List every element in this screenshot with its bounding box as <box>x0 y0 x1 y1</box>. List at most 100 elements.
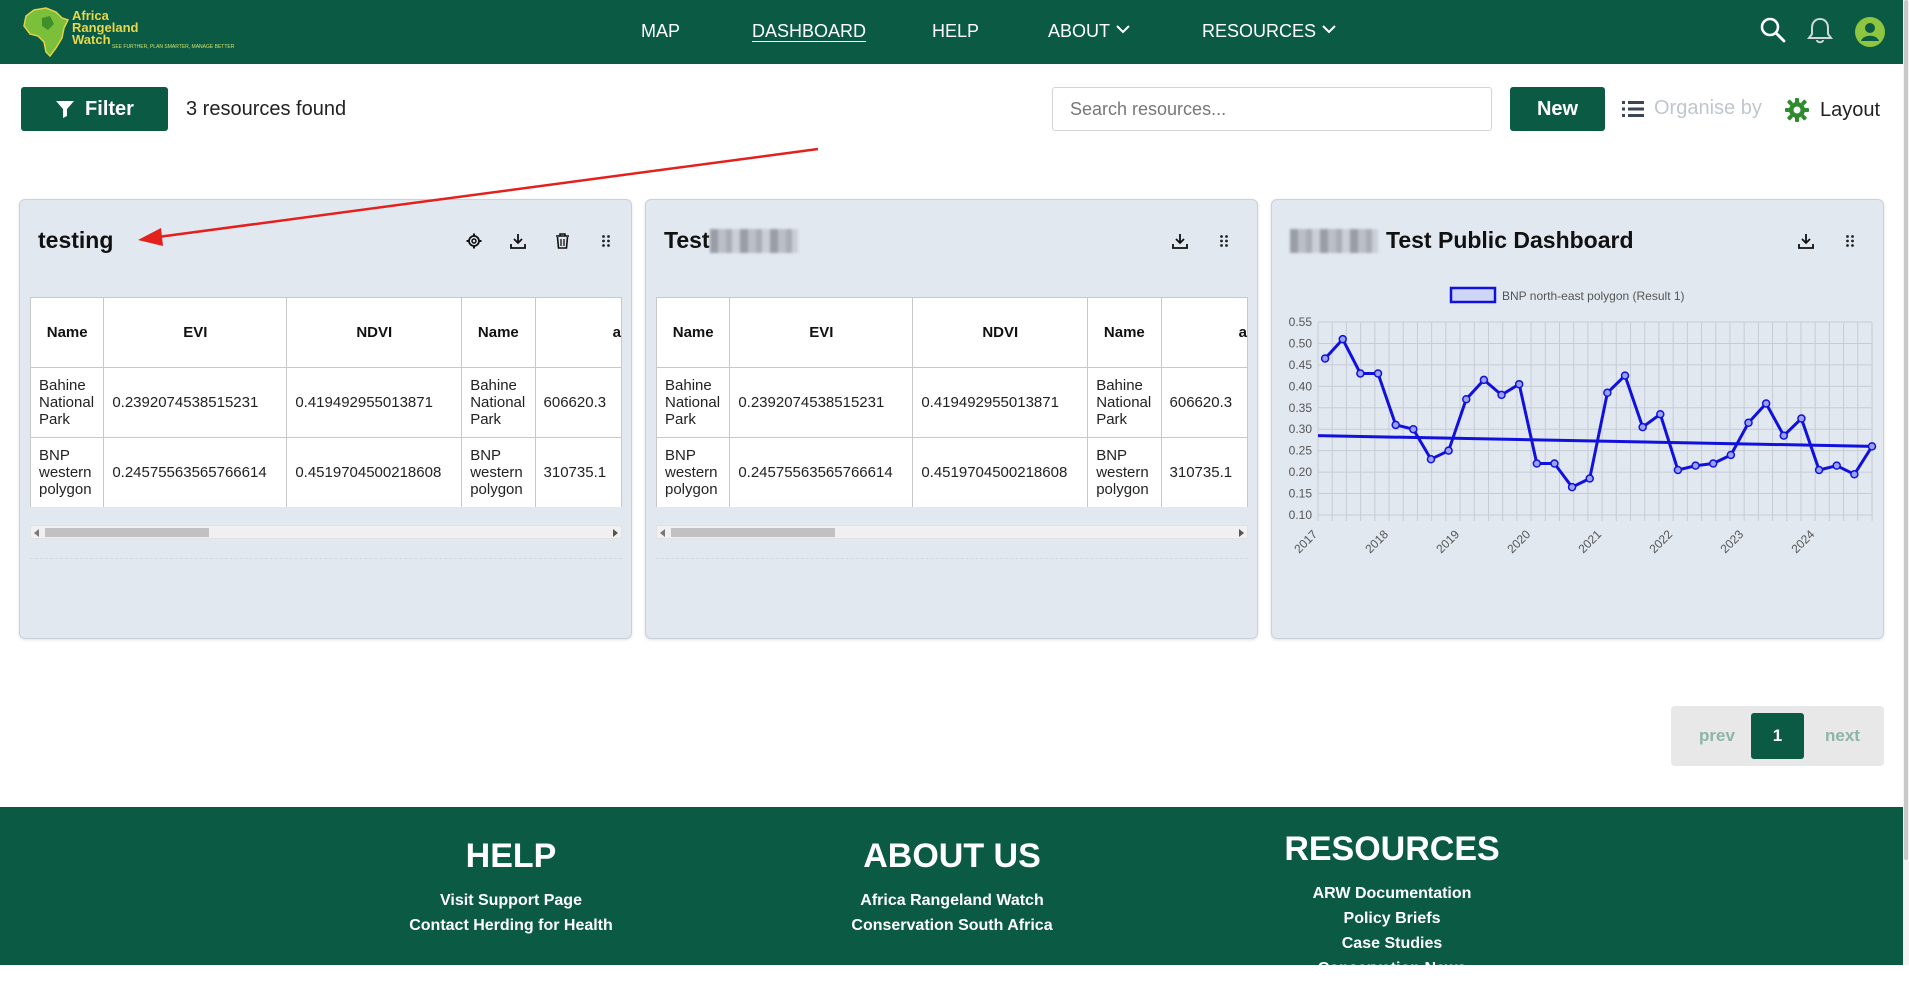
filter-button-label: Filter <box>85 97 134 120</box>
data-point <box>1479 375 1489 385</box>
card-title: testing <box>38 227 113 254</box>
bell-icon[interactable] <box>1807 16 1833 44</box>
card-title: Test Public Dashboard <box>1290 227 1634 254</box>
nav-dashboard[interactable]: DASHBOARD <box>752 21 866 42</box>
drag-handle-icon[interactable] <box>584 230 628 252</box>
table-cell: Bahine National Park <box>1087 367 1162 438</box>
data-point <box>1409 424 1418 434</box>
footer-link[interactable]: Visit Support Page <box>409 888 613 913</box>
data-point <box>1444 446 1453 455</box>
new-button[interactable]: New <box>1510 87 1605 131</box>
y-tick-label: 0.55 <box>1289 315 1313 329</box>
avatar-icon[interactable] <box>1855 17 1885 47</box>
list-icon <box>1622 100 1644 117</box>
nav-map[interactable]: MAP <box>641 21 680 42</box>
scroll-left-arrow-icon[interactable] <box>660 529 665 537</box>
card-title-text: Test Public Dashboard <box>1386 227 1634 253</box>
card-title: Test <box>664 227 798 254</box>
organise-by-button[interactable]: Organise by <box>1622 97 1762 120</box>
download-icon[interactable] <box>1784 230 1828 252</box>
column-header: NDVI <box>912 297 1089 368</box>
footer-link[interactable]: Conservation News <box>1284 956 1499 981</box>
footer-link[interactable]: Conservation South Africa <box>851 913 1052 938</box>
logo[interactable]: Africa Rangeland Watch SEE FURTHER, PLAN… <box>20 4 234 60</box>
data-point <box>1620 371 1630 380</box>
table-cell: 0.24575563565766614 <box>103 437 288 507</box>
data-point <box>1373 369 1383 378</box>
card-actions <box>1158 230 1246 252</box>
data-point <box>1550 459 1559 468</box>
data-point <box>1761 399 1771 408</box>
nav-resources[interactable]: RESOURCES <box>1202 21 1336 42</box>
results-table-container[interactable]: Name EVI NDVI Name a Bahine National Par… <box>30 297 622 507</box>
table-row: BNP western polygon 0.24575563565766614 … <box>656 437 1248 507</box>
horizontal-scrollbar[interactable] <box>656 525 1248 539</box>
table-cell: Bahine National Park <box>461 367 536 438</box>
organise-by-label: Organise by <box>1654 97 1762 119</box>
y-tick-label: 0.25 <box>1289 444 1313 458</box>
column-header: Name <box>30 297 105 368</box>
legend-label: BNP north-east polygon (Result 1) <box>1502 289 1685 303</box>
horizontal-scrollbar[interactable] <box>30 525 622 539</box>
scrollbar-thumb[interactable] <box>45 528 209 537</box>
results-table: Name EVI NDVI Name a Bahine National Par… <box>656 297 1248 507</box>
search-box[interactable] <box>1052 87 1492 131</box>
data-point <box>1673 465 1683 475</box>
footer-link[interactable]: Policy Briefs <box>1284 906 1499 931</box>
logo-text: Africa Rangeland Watch <box>72 9 138 46</box>
x-tick-label: 2023 <box>1717 527 1746 556</box>
table-cell: 0.419492955013871 <box>912 367 1089 438</box>
x-tick-label: 2019 <box>1433 527 1462 556</box>
search-input[interactable] <box>1053 88 1491 130</box>
card-actions <box>1784 230 1872 252</box>
scroll-left-arrow-icon[interactable] <box>34 529 39 537</box>
card-title-text: Test <box>664 227 710 253</box>
data-point <box>1656 409 1665 419</box>
legend-swatch <box>1449 286 1497 304</box>
nav-help[interactable]: HELP <box>932 21 979 42</box>
nav-about[interactable]: ABOUT <box>1048 21 1130 42</box>
footer-link[interactable]: ARW Documentation <box>1284 881 1499 906</box>
table-cell: BNP western polygon <box>1087 437 1162 507</box>
drag-handle-icon[interactable] <box>1828 230 1872 252</box>
redacted-text <box>1290 228 1378 253</box>
data-point <box>1744 418 1753 428</box>
download-icon[interactable] <box>1158 230 1202 252</box>
drag-handle-icon[interactable] <box>1202 230 1246 252</box>
table-cell: BNP western polygon <box>30 437 105 507</box>
y-tick-label: 0.15 <box>1289 487 1313 501</box>
data-point <box>1832 461 1841 470</box>
scroll-right-arrow-icon[interactable] <box>613 529 618 537</box>
layout-button[interactable]: Layout <box>1784 97 1880 123</box>
prev-page-button[interactable]: prev <box>1699 726 1735 746</box>
footer-link[interactable]: Contact Herding for Health <box>409 913 613 938</box>
page-scrollbar-thumb[interactable] <box>1904 0 1908 860</box>
data-point <box>1708 459 1718 468</box>
scroll-right-arrow-icon[interactable] <box>1239 529 1244 537</box>
filter-button[interactable]: Filter <box>21 87 168 131</box>
search-icon[interactable] <box>1759 16 1787 44</box>
settings-icon[interactable] <box>452 230 496 252</box>
download-icon[interactable] <box>496 230 540 252</box>
table-cell: 310735.1 <box>1160 437 1248 507</box>
scrollbar-thumb[interactable] <box>671 528 835 537</box>
y-tick-label: 0.30 <box>1289 422 1313 436</box>
layout-label: Layout <box>1820 98 1881 121</box>
footer-link[interactable]: Case Studies <box>1284 931 1499 956</box>
page-1-button[interactable]: 1 <box>1751 713 1804 759</box>
redacted-text <box>709 228 798 253</box>
footer-link[interactable]: Africa Rangeland Watch <box>851 888 1052 913</box>
results-table: Name EVI NDVI Name a Bahine National Par… <box>30 297 622 507</box>
results-table-container[interactable]: Name EVI NDVI Name a Bahine National Par… <box>656 297 1248 507</box>
footer-heading: HELP <box>465 837 557 875</box>
chevron-down-icon <box>1322 25 1336 34</box>
series-line <box>1323 337 1874 489</box>
column-header: a <box>1160 297 1248 368</box>
next-page-button[interactable]: next <box>1825 726 1860 746</box>
footer-heading: ABOUT US <box>863 837 1041 875</box>
data-point <box>1779 431 1789 440</box>
delete-icon[interactable] <box>540 230 584 252</box>
footer-about: ABOUT US Africa Rangeland Watch Conserva… <box>851 837 1052 938</box>
y-tick-label: 0.10 <box>1289 508 1313 522</box>
data-point <box>1461 394 1471 404</box>
